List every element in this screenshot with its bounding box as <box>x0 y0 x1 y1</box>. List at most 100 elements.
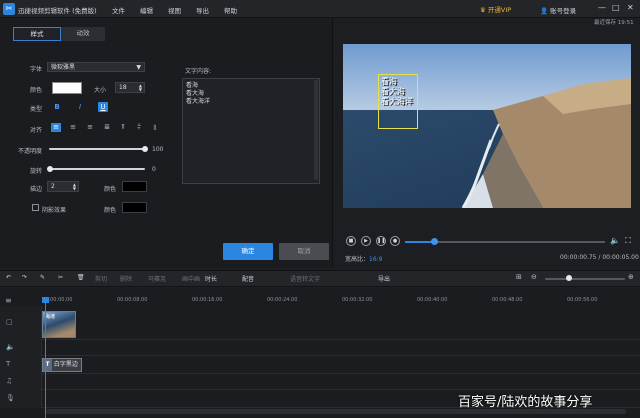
font-select[interactable]: 微软雅黑 ▼ <box>47 62 145 72</box>
mosaic-button[interactable]: 马赛克 <box>148 274 166 283</box>
opacity-slider[interactable] <box>49 148 145 150</box>
menu-file[interactable]: 文件 <box>112 5 125 15</box>
font-label: 字体 <box>30 66 43 73</box>
bold-button[interactable]: B <box>52 102 62 112</box>
shadow-label: 阴影效果 <box>42 207 67 214</box>
stroke-color-swatch[interactable] <box>122 181 147 192</box>
music-track <box>0 374 640 390</box>
zoom-slider[interactable] <box>545 278 625 280</box>
maximize-button[interactable]: □ <box>612 3 620 12</box>
zoom-out-icon[interactable]: ⊖ <box>531 273 537 281</box>
text-content-textarea[interactable]: 看海 看大海 看大海洋 <box>182 78 320 184</box>
color-label: 颜色 <box>30 87 43 94</box>
undo-icon[interactable]: ↶ <box>6 274 11 281</box>
playback-progress-knob[interactable] <box>431 238 438 245</box>
menu-edit[interactable]: 编辑 <box>140 5 153 15</box>
close-button[interactable]: ✕ <box>627 3 634 12</box>
playhead[interactable] <box>45 297 46 418</box>
video-track-icon: ▢ <box>6 318 13 326</box>
remove-button[interactable]: 删除 <box>120 274 132 283</box>
menu-help[interactable]: 帮助 <box>224 5 237 15</box>
playhead-handle[interactable] <box>42 297 49 303</box>
opacity-label: 不透明度 <box>18 148 43 155</box>
play-icon[interactable]: ▶ <box>361 236 371 246</box>
minimize-button[interactable]: — <box>598 3 606 12</box>
audio-track <box>0 340 640 356</box>
export-button[interactable]: 导出 <box>378 274 390 283</box>
record-icon[interactable]: ● <box>390 236 400 246</box>
stroke-stepper[interactable]: 2 ▲ ▼ <box>47 181 79 192</box>
align-middle-icon[interactable]: ⫩ <box>134 123 144 132</box>
edit-icon[interactable]: ✎ <box>40 274 45 281</box>
rotate-slider[interactable] <box>49 168 145 170</box>
text-line: 看大海 <box>186 90 205 97</box>
underline-button[interactable]: U <box>98 102 108 112</box>
volume-icon[interactable]: 🔈 <box>610 236 620 245</box>
align-label: 对齐 <box>30 127 43 134</box>
zoom-slider-knob[interactable] <box>566 275 572 281</box>
rotate-slider-knob[interactable] <box>47 166 53 172</box>
rotate-label: 旋转 <box>30 168 43 175</box>
text-clip-name: 白字黑边 <box>53 361 78 368</box>
app-title: 迅捷视频剪辑软件 (免费版) <box>18 7 97 15</box>
ruler-tick-label: 00:00:08.00 <box>117 297 148 303</box>
video-preview[interactable]: 看海 看大海 看大海洋 <box>343 44 631 208</box>
delete-icon[interactable]: 🗑 <box>77 274 85 281</box>
align-justify-icon[interactable]: ≣ <box>102 123 112 132</box>
stroke-label: 描边 <box>30 186 43 193</box>
size-stepper[interactable]: 18 ▲ ▼ <box>115 82 145 93</box>
video-clip-name: 海滩 <box>45 314 56 320</box>
align-right-icon[interactable]: ≡ <box>85 123 95 132</box>
spin-down-icon[interactable]: ▼ <box>73 187 76 191</box>
shadow-checkbox[interactable] <box>32 204 39 211</box>
opacity-slider-knob[interactable] <box>142 146 148 152</box>
ruler-tick-label: 00:00:48.00 <box>492 297 523 303</box>
vip-button[interactable]: ♛ 开通VIP <box>480 4 511 14</box>
opacity-value: 100 <box>152 146 164 153</box>
speech-to-text-button[interactable]: 语音转文字 <box>290 274 320 283</box>
fit-icon[interactable]: ⊞ <box>516 273 522 281</box>
timeline-ruler[interactable] <box>0 288 640 306</box>
dub-button[interactable]: 配音 <box>242 274 254 283</box>
align-bottom-icon[interactable]: ⫫ <box>150 123 160 132</box>
spin-down-icon[interactable]: ▼ <box>139 88 142 92</box>
menu-export[interactable]: 导出 <box>196 5 209 15</box>
duration-button[interactable]: 时长 <box>205 274 217 283</box>
align-top-icon[interactable]: ⫪ <box>118 123 128 132</box>
italic-button[interactable]: I <box>75 102 85 112</box>
text-color-swatch[interactable] <box>52 82 82 94</box>
menu-view[interactable]: 视图 <box>168 5 181 15</box>
align-center-icon[interactable]: ≡ <box>68 123 78 132</box>
text-scrollbar[interactable] <box>314 80 318 180</box>
aspect-ratio[interactable]: 宽高比：16:9 <box>345 254 383 263</box>
shadow-color-label: 颜色 <box>104 207 117 214</box>
text-track <box>0 356 640 374</box>
watermark-text: 百家号/陆欢的故事分享 <box>458 395 593 410</box>
text-content-label: 文字内容: <box>185 68 212 75</box>
ok-button[interactable]: 确定 <box>223 243 273 260</box>
pip-button[interactable]: 画中画 <box>182 274 200 283</box>
video-track <box>0 306 640 340</box>
zoom-in-icon[interactable]: ⊕ <box>628 273 634 281</box>
shadow-color-swatch[interactable] <box>122 202 147 213</box>
type-label: 类型 <box>30 106 43 113</box>
track-menu-icon[interactable]: ≡ <box>5 296 12 305</box>
chevron-down-icon: ▼ <box>136 64 141 71</box>
speaker-icon[interactable]: 🔈 <box>6 343 15 351</box>
redo-icon[interactable]: ↷ <box>22 274 27 281</box>
align-left-icon[interactable]: ≡ <box>51 123 61 132</box>
fullscreen-icon[interactable]: ⛶ <box>625 236 631 246</box>
text-overlay-box[interactable]: 看海 看大海 看大海洋 <box>378 74 418 129</box>
ruler-tick-label: 00:00:24.00 <box>267 297 298 303</box>
split-button[interactable]: 剪切 <box>95 274 107 283</box>
video-clip[interactable]: 海滩 <box>42 311 76 338</box>
stop-icon[interactable]: ■ <box>346 236 356 246</box>
cut-icon[interactable]: ✂ <box>58 274 63 281</box>
text-clip[interactable]: T 白字黑边 <box>42 358 82 372</box>
tab-style[interactable]: 样式 <box>13 27 61 41</box>
tab-animation[interactable]: 动效 <box>61 27 105 41</box>
ruler-tick-label: 00:00:40.00 <box>417 297 448 303</box>
cancel-button[interactable]: 取消 <box>279 243 329 260</box>
login-button[interactable]: 👤 账号登录 <box>540 5 576 15</box>
pause-icon[interactable]: ❚❚ <box>376 236 386 246</box>
